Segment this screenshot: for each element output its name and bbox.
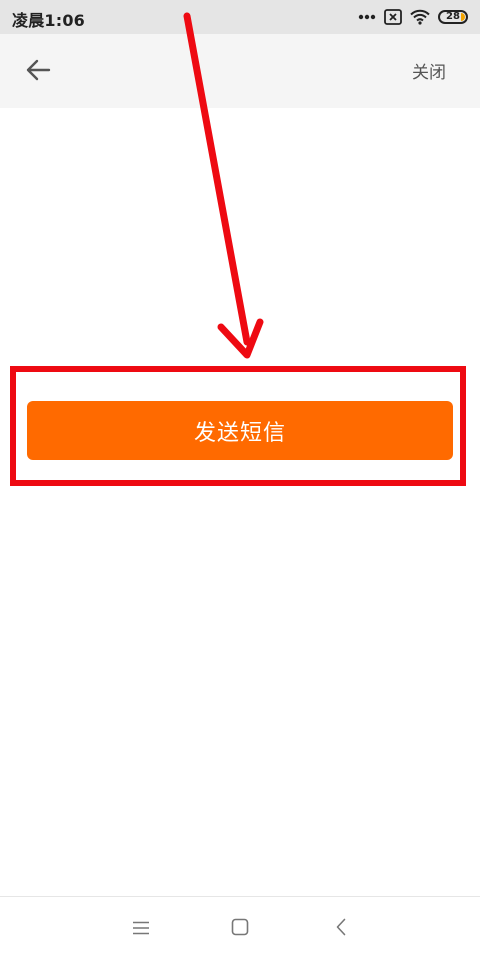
back-chevron-icon bbox=[335, 918, 347, 940]
wifi-icon bbox=[410, 9, 430, 25]
menu-icon bbox=[132, 920, 150, 939]
close-button[interactable]: 关闭 bbox=[412, 58, 446, 83]
battery-icon: 28 bbox=[438, 10, 468, 24]
screen: 凌晨1:06 28 关闭 发送短信 bbox=[0, 0, 480, 960]
more-dots-icon bbox=[358, 14, 376, 20]
send-sms-label: 发送短信 bbox=[193, 420, 286, 446]
bottom-nav bbox=[0, 896, 480, 960]
status-icons: 28 bbox=[358, 6, 468, 28]
annotation-arrow-head bbox=[217, 318, 264, 359]
back-button[interactable] bbox=[20, 54, 56, 90]
annotation-overlay bbox=[183, 12, 264, 359]
header-bar: 关闭 bbox=[0, 34, 480, 108]
nav-back-button[interactable] bbox=[327, 915, 355, 943]
battery-fill bbox=[461, 13, 465, 21]
status-time: 凌晨1:06 bbox=[12, 11, 85, 30]
nav-menu-button[interactable] bbox=[127, 915, 155, 943]
arrow-left-icon bbox=[25, 59, 51, 85]
send-sms-button[interactable]: 发送短信 bbox=[27, 401, 453, 460]
sim-blocked-icon bbox=[384, 9, 402, 25]
home-square-icon bbox=[231, 918, 249, 940]
status-bar: 凌晨1:06 28 bbox=[0, 0, 480, 34]
nav-home-button[interactable] bbox=[226, 915, 254, 943]
battery-level: 28 bbox=[446, 11, 460, 22]
